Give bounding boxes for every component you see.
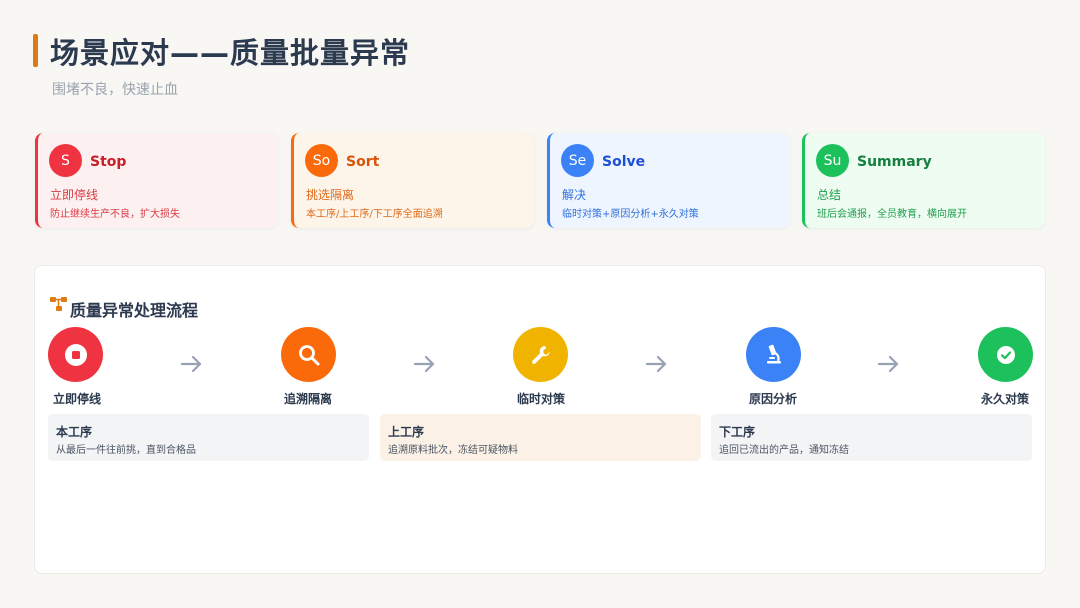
check-icon <box>978 327 1033 382</box>
card-title: Summary <box>857 154 932 170</box>
info-title: 本工序 <box>56 425 93 439</box>
info-downstream-process: 下工序 追回已流出的产品，通知冻结 <box>711 414 1032 461</box>
card-description: 防止继续生产不良，扩大损失 <box>50 209 180 220</box>
info-upstream-process: 上工序 追溯原料批次，冻结可疑物料 <box>380 414 701 461</box>
card-badge: Se <box>561 144 594 177</box>
card-subtitle: 立即停线 <box>50 188 99 202</box>
step-label: 永久对策 <box>981 392 1030 406</box>
wrench-icon <box>513 327 568 382</box>
card-subtitle: 挑选隔离 <box>306 188 355 202</box>
arrow-right-icon <box>878 355 899 373</box>
step-label: 原因分析 <box>749 392 798 406</box>
card-stop: S Stop 立即停线 防止继续生产不良，扩大损失 <box>35 133 278 228</box>
process-panel: 质量异常处理流程 立即停线 追溯隔离 临时对策 原因分析 永久对策 本工序 从最… <box>34 265 1046 574</box>
page-subtitle: 围堵不良，快速止血 <box>52 82 178 98</box>
info-current-process: 本工序 从最后一件往前挑，直到合格品 <box>48 414 369 461</box>
step-label: 立即停线 <box>53 392 102 406</box>
page-title: 场景应对——质量批量异常 <box>50 36 411 70</box>
step-label: 追溯隔离 <box>284 392 333 406</box>
info-description: 追溯原料批次，冻结可疑物料 <box>388 445 518 456</box>
step-label: 临时对策 <box>517 392 566 406</box>
card-sort: So Sort 挑选隔离 本工序/上工序/下工序全面追溯 <box>291 133 534 228</box>
card-description: 本工序/上工序/下工序全面追溯 <box>306 209 443 220</box>
info-title: 上工序 <box>388 425 425 439</box>
info-description: 从最后一件往前挑，直到合格品 <box>56 445 196 456</box>
title-accent-bar <box>33 34 38 67</box>
stop-icon <box>48 327 103 382</box>
search-icon <box>281 327 336 382</box>
info-title: 下工序 <box>719 425 756 439</box>
card-badge: Su <box>816 144 849 177</box>
card-title: Sort <box>346 154 380 170</box>
card-summary: Su Summary 总结 班后会通报，全员教育，横向展开 <box>802 133 1045 228</box>
strategy-cards: S Stop 立即停线 防止继续生产不良，扩大损失 So Sort 挑选隔离 本… <box>35 133 1046 228</box>
flow-chart-icon <box>50 297 67 311</box>
card-description: 班后会通报，全员教育，横向展开 <box>817 209 967 220</box>
card-subtitle: 总结 <box>817 188 842 202</box>
card-title: Stop <box>90 154 127 170</box>
arrow-right-icon <box>181 355 202 373</box>
card-badge: So <box>305 144 338 177</box>
info-description: 追回已流出的产品，通知冻结 <box>719 445 849 456</box>
arrow-right-icon <box>646 355 667 373</box>
card-subtitle: 解决 <box>562 188 587 202</box>
microscope-icon <box>746 327 801 382</box>
card-badge: S <box>49 144 82 177</box>
card-solve: Se Solve 解决 临时对策+原因分析+永久对策 <box>547 133 790 228</box>
card-title: Solve <box>602 154 646 170</box>
card-description: 临时对策+原因分析+永久对策 <box>562 209 699 220</box>
arrow-right-icon <box>414 355 435 373</box>
process-title: 质量异常处理流程 <box>70 301 199 320</box>
